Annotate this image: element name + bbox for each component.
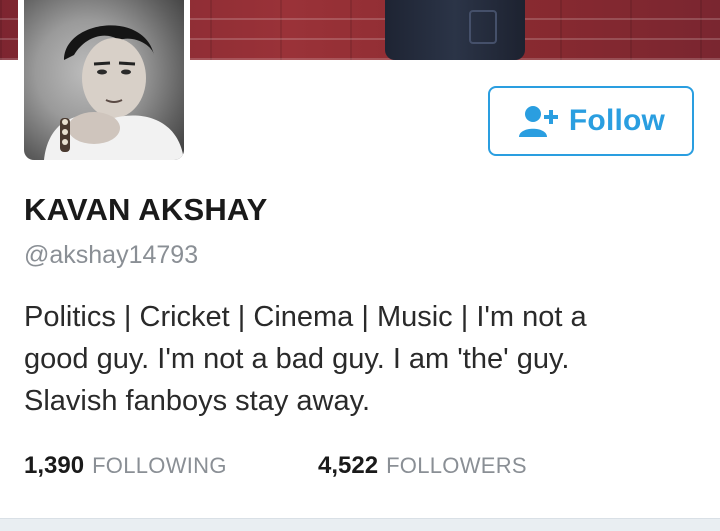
- following-count: 1,390: [24, 452, 85, 479]
- followers-label: FOLLOWERS: [386, 453, 527, 478]
- follow-button-label: Follow: [568, 104, 666, 137]
- profile-handle: @akshay14793: [24, 241, 199, 269]
- follow-button[interactable]: Follow: [488, 86, 694, 156]
- profile-display-name: KAVAN AKSHAY: [24, 192, 268, 227]
- bio-line: good guy. I'm not a bad guy. I am 'the' …: [24, 343, 570, 375]
- bio-line: Slavish fanboys stay away.: [24, 385, 371, 417]
- followers-stat[interactable]: 4,522 FOLLOWERS: [318, 452, 527, 480]
- following-stat[interactable]: 1,390 FOLLOWING: [24, 452, 318, 480]
- add-user-icon: [517, 104, 561, 138]
- bio-line: Politics | Cricket | Cinema | Music | I'…: [24, 301, 587, 333]
- banner-figure: [385, 0, 525, 60]
- section-divider: [0, 518, 720, 531]
- profile-page: Follow KAVAN AKSHAY @akshay14793 Politic…: [0, 0, 720, 531]
- followers-count: 4,522: [318, 452, 379, 479]
- profile-bio: Politics | Cricket | Cinema | Music | I'…: [24, 296, 684, 422]
- following-label: FOLLOWING: [92, 453, 227, 478]
- avatar-portrait: [44, 25, 184, 160]
- avatar-frame: [18, 0, 190, 166]
- profile-stats: 1,390 FOLLOWING 4,522 FOLLOWERS: [24, 452, 527, 480]
- avatar[interactable]: [24, 0, 184, 160]
